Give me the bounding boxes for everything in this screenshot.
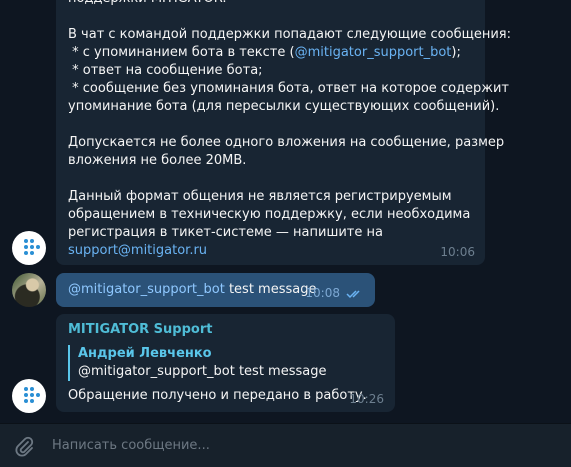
message-input[interactable]: Написать сообщение... (52, 438, 210, 453)
message-line (68, 8, 473, 26)
double-check-icon (346, 290, 360, 299)
message-line: вложения не более 20MB. (68, 153, 247, 168)
message-composer: Написать сообщение... (0, 423, 571, 467)
outgoing-message[interactable]: @mitigator_support_bot test message 10:0… (56, 273, 375, 307)
message-line: Допускается не более одного вложения на … (68, 135, 505, 150)
message-line (68, 170, 473, 188)
message-line: поддержки MITIGATOR. (68, 0, 473, 8)
message-line: В чат с командой поддержки попадают след… (68, 27, 511, 42)
reply-author: Андрей Левченко (78, 346, 212, 361)
user-avatar[interactable] (12, 273, 46, 307)
message-sender[interactable]: MITIGATOR Support (68, 321, 383, 339)
message-time: 10:26 (349, 392, 384, 406)
bot-avatar[interactable] (12, 231, 46, 265)
bot-reply-message[interactable]: MITIGATOR Support Андрей Левченко @mitig… (56, 314, 395, 412)
message-line: Данный формат общения не является регист… (68, 189, 452, 204)
message-time: 10:06 (440, 245, 475, 259)
message-line: обращением в техническую поддержку, если… (68, 207, 471, 222)
message-time: 10:08 (305, 286, 340, 300)
bot-message-rules[interactable]: поддержки MITIGATOR. В чат с командой по… (56, 0, 511, 265)
message-line: упоминание бота (для пересылки существую… (68, 99, 500, 114)
reply-message-text: test message (234, 364, 327, 379)
reply-quote[interactable]: Андрей Левченко @mitigator_support_bot t… (68, 345, 383, 381)
support-email-link[interactable]: support@mitigator.ru (68, 242, 473, 260)
bot-avatar[interactable] (12, 379, 46, 413)
chat-history[interactable]: поддержки MITIGATOR. В чат с командой по… (0, 0, 571, 423)
message-line (68, 116, 473, 134)
reply-bar (68, 345, 70, 381)
message-line: * сообщение без упоминания бота, ответ н… (68, 81, 509, 96)
message-text: ); (451, 45, 461, 60)
message-line: * с упоминанием бота в тексте (@mitigato… (68, 44, 473, 62)
message-text: test message (224, 282, 317, 297)
message-line: * ответ на сообщение бота; (68, 63, 263, 78)
message-text: Обращение получено и передано в работу. (68, 388, 367, 403)
bot-mention-link[interactable]: @mitigator_support_bot (68, 282, 225, 297)
reply-text: @mitigator_support_bot test message (78, 363, 383, 381)
paperclip-icon[interactable] (13, 435, 35, 457)
reply-mention: @mitigator_support_bot (78, 364, 235, 379)
message-text: * с упоминанием бота в тексте ( (68, 45, 295, 60)
bot-mention-link[interactable]: @mitigator_support_bot (295, 45, 452, 60)
message-line: регистрация в тикет-системе — напишите н… (68, 225, 383, 240)
